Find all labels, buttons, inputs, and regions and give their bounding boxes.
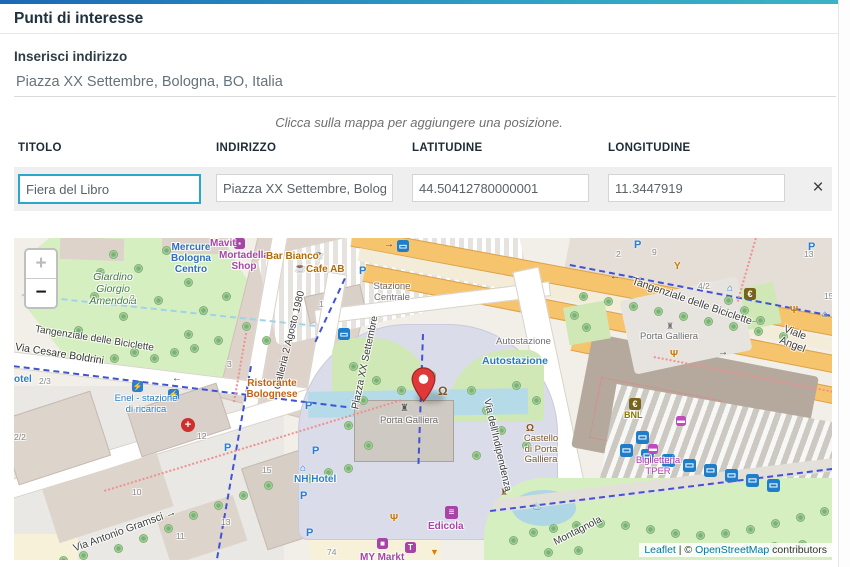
remove-row-button[interactable]: × [805,175,831,201]
poi-cafe-ab: Cafe AB [306,264,345,275]
housenum: 74 [327,547,337,557]
attribution-suffix: contributors [769,544,827,556]
housenum: 3 [227,359,232,369]
street-montagnola: Montagnola [552,514,604,548]
map-canvas[interactable]: P P P P P P P P ▭ ▭ ▭ ▭ ▭ ▭ ▭ ▭ ▭ ▭ ▭ + ☕ ☕ Y Ψ Ψ Ψ ⌂ ⌂ ⌂ € € ♜ ♜ ♜ Ω Ω ≡ ■ T ▼… [14,238,832,560]
street-tangenziale-biciclette-right: Tangenziale delle Biciclette [630,275,754,328]
location-marker-icon[interactable] [411,367,436,402]
address-input[interactable] [14,68,836,97]
poi-porta-galliera-right: Porta Galliera [640,331,699,342]
longitudine-input[interactable] [608,174,785,202]
poi-table-header: TITOLO INDIRIZZO LATITUDINE LONGITUDINE [14,142,832,158]
latitudine-input[interactable] [412,174,589,202]
map-attribution: Leaflet | © OpenStreetMap contributors [639,543,832,557]
poi-mavit: Mavit [210,238,236,249]
street-via-dell-indipendenza: Via dell'Indipendenza [481,398,514,493]
poi-autostazione-area: Autostazione [496,336,551,347]
housenum: 10 [132,487,142,497]
street-via-cesare-boldrini: Via Cesare Boldrini [14,341,105,367]
titolo-input[interactable] [18,174,201,204]
street-via-antonio-gramsci: Via Antonio Gramsci → [71,505,178,555]
housenum: 11 [176,531,185,541]
column-longitudine: LONGITUDINE [608,142,691,154]
punti-di-interesse-panel: Punti di interesse Inserisci indirizzo C… [0,0,850,567]
poi-enel-stazione-di-ricarica: Enel - stazione di ricarica [114,393,178,415]
column-titolo: TITOLO [18,142,62,154]
zoom-in-button[interactable]: + [26,250,56,279]
housenum: 13 [221,517,231,527]
housenum: 1 [319,299,324,309]
housenum: 15 [262,465,272,475]
divider [0,33,838,34]
poi-bar-bianco: Bar Bianco [266,251,319,262]
poi-edicola: Edicola [428,521,464,532]
poi-biglietteria-tper: Biglietteria TPER [635,455,681,477]
poi-my-markt: MY Markt [360,552,405,560]
poi-castello-di-porta-galliera: Castello di Porta Galliera [523,433,559,466]
poi-bnl: BNL [624,410,643,420]
housenum: 9 [652,247,657,257]
openstreetmap-link[interactable]: OpenStreetMap [695,544,769,556]
attribution-separator: | © [675,544,696,556]
scrollbar-track[interactable] [838,0,850,567]
poi-autostazione: Autostazione [482,355,548,367]
map-hint-text: Clicca sulla mappa per aggiungere una po… [275,115,563,130]
housenum: 13 [804,249,814,259]
poi-ristorante-bolognese: Ristorante Bolognese [246,378,298,401]
poi-stazione-centrale: Stazione Centrale [373,281,411,303]
housenum: 2 [616,249,621,259]
column-indirizzo: INDIRIZZO [216,142,277,154]
housenum: 2 [130,293,135,303]
housenum: 2/2 [14,432,26,442]
street-galleria-2-agosto-1980: Galleria 2 Agosto 1980 [272,289,308,391]
map-zoom-control: + − [24,248,58,309]
housenum: 4/2 [698,281,710,291]
address-label: Inserisci indirizzo [14,49,128,64]
poi-porta-galliera-center: Porta Galliera [380,415,439,426]
poi-table-row: × [14,167,832,211]
page-title: Punti di interesse [14,10,144,27]
column-latitudine: LATITUDINE [412,142,483,154]
indirizzo-input[interactable] [216,174,393,202]
housenum: 2/3 [39,376,51,386]
street-viale-angelo: Viale Angel [777,323,808,355]
poi-hotel-cut: otel [14,374,32,385]
housenum: 12 [197,431,207,441]
poi-nh-hotel: NH Hotel [294,474,337,485]
zoom-out-button[interactable]: − [26,279,56,307]
leaflet-link[interactable]: Leaflet [644,544,676,556]
street-piazza-xx-settembre: Piazza XX Settembre [350,315,381,411]
housenum: 15 [824,291,832,301]
